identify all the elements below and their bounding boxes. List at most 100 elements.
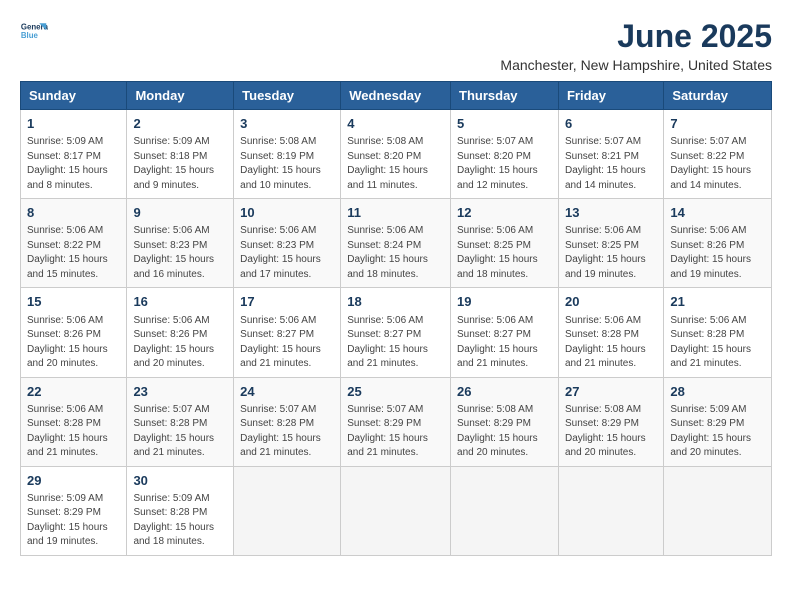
- logo-icon: General Blue: [20, 18, 48, 46]
- day-info: Sunrise: 5:06 AMSunset: 8:23 PMDaylight:…: [240, 224, 334, 282]
- day-number: 18: [347, 293, 444, 311]
- table-row: 12Sunrise: 5:06 AMSunset: 8:25 PMDayligh…: [451, 199, 559, 288]
- day-info: Sunrise: 5:08 AMSunset: 8:20 PMDaylight:…: [347, 135, 444, 193]
- day-info: Sunrise: 5:09 AMSunset: 8:18 PMDaylight:…: [133, 135, 227, 193]
- day-number: 12: [457, 204, 552, 222]
- calendar-week-row: 15Sunrise: 5:06 AMSunset: 8:26 PMDayligh…: [21, 288, 772, 377]
- day-number: 5: [457, 115, 552, 133]
- table-row: 8 Sunrise: 5:06 AMSunset: 8:22 PMDaylight…: [21, 199, 127, 288]
- day-number: 27: [565, 383, 657, 401]
- table-row: 28 Sunrise: 5:09 AMSunset: 8:29 PMDayligh…: [664, 377, 772, 466]
- col-tuesday: Tuesday: [234, 82, 341, 110]
- table-row: 21 Sunrise: 5:06 AMSunset: 8:28 PMDayligh…: [664, 288, 772, 377]
- day-info: Sunrise: 5:06 AMSunset: 8:22 PMDaylight:…: [27, 224, 120, 282]
- table-row: 14Sunrise: 5:06 AMSunset: 8:26 PMDayligh…: [664, 199, 772, 288]
- day-number: 8: [27, 204, 120, 222]
- day-number: 21: [670, 293, 765, 311]
- table-row: 17 Sunrise: 5:06 AMSunset: 8:27 PMDayligh…: [234, 288, 341, 377]
- day-number: 23: [133, 383, 227, 401]
- calendar-week-row: 22Sunrise: 5:06 AMSunset: 8:28 PMDayligh…: [21, 377, 772, 466]
- col-saturday: Saturday: [664, 82, 772, 110]
- svg-text:Blue: Blue: [21, 31, 39, 40]
- day-number: 13: [565, 204, 657, 222]
- day-info: Sunrise: 5:07 AMSunset: 8:20 PMDaylight:…: [457, 135, 552, 193]
- header: General Blue June 2025 Manchester, New H…: [20, 18, 772, 73]
- day-info: Sunrise: 5:09 AMSunset: 8:17 PMDaylight:…: [27, 135, 120, 193]
- table-row: 4 Sunrise: 5:08 AMSunset: 8:20 PMDaylight…: [341, 110, 451, 199]
- day-number: 26: [457, 383, 552, 401]
- table-row: 13 Sunrise: 5:06 AMSunset: 8:25 PMDayligh…: [558, 199, 663, 288]
- day-info: Sunrise: 5:07 AMSunset: 8:22 PMDaylight:…: [670, 135, 765, 193]
- day-info: Sunrise: 5:07 AMSunset: 8:28 PMDaylight:…: [133, 403, 227, 461]
- day-number: 19: [457, 293, 552, 311]
- day-info: Sunrise: 5:06 AMSunset: 8:27 PMDaylight:…: [240, 314, 334, 372]
- table-row: [558, 466, 663, 555]
- day-number: 9: [133, 204, 227, 222]
- day-number: 28: [670, 383, 765, 401]
- day-number: 11: [347, 204, 444, 222]
- day-info: Sunrise: 5:07 AMSunset: 8:28 PMDaylight:…: [240, 403, 334, 461]
- table-row: 26 Sunrise: 5:08 AMSunset: 8:29 PMDayligh…: [451, 377, 559, 466]
- calendar-table: Sunday Monday Tuesday Wednesday Thursday…: [20, 81, 772, 556]
- day-info: Sunrise: 5:06 AMSunset: 8:25 PMDaylight:…: [565, 224, 657, 282]
- table-row: 9 Sunrise: 5:06 AMSunset: 8:23 PMDaylight…: [127, 199, 234, 288]
- day-info: Sunrise: 5:06 AMSunset: 8:26 PMDaylight:…: [133, 314, 227, 372]
- day-info: Sunrise: 5:06 AMSunset: 8:27 PMDaylight:…: [347, 314, 444, 372]
- day-number: 4: [347, 115, 444, 133]
- day-number: 17: [240, 293, 334, 311]
- col-monday: Monday: [127, 82, 234, 110]
- day-info: Sunrise: 5:06 AMSunset: 8:28 PMDaylight:…: [670, 314, 765, 372]
- table-row: 24 Sunrise: 5:07 AMSunset: 8:28 PMDayligh…: [234, 377, 341, 466]
- table-row: 2 Sunrise: 5:09 AMSunset: 8:18 PMDaylight…: [127, 110, 234, 199]
- table-row: 27 Sunrise: 5:08 AMSunset: 8:29 PMDayligh…: [558, 377, 663, 466]
- main-title: June 2025: [500, 18, 772, 55]
- calendar-week-row: 8 Sunrise: 5:06 AMSunset: 8:22 PMDaylight…: [21, 199, 772, 288]
- table-row: 1 Sunrise: 5:09 AMSunset: 8:17 PMDaylight…: [21, 110, 127, 199]
- col-thursday: Thursday: [451, 82, 559, 110]
- day-info: Sunrise: 5:09 AMSunset: 8:29 PMDaylight:…: [27, 492, 120, 550]
- table-row: 18 Sunrise: 5:06 AMSunset: 8:27 PMDayligh…: [341, 288, 451, 377]
- page: General Blue June 2025 Manchester, New H…: [0, 0, 792, 612]
- logo: General Blue: [20, 18, 48, 46]
- col-sunday: Sunday: [21, 82, 127, 110]
- day-number: 30: [133, 472, 227, 490]
- day-info: Sunrise: 5:06 AMSunset: 8:27 PMDaylight:…: [457, 314, 552, 372]
- table-row: 23 Sunrise: 5:07 AMSunset: 8:28 PMDayligh…: [127, 377, 234, 466]
- day-number: 3: [240, 115, 334, 133]
- day-info: Sunrise: 5:06 AMSunset: 8:23 PMDaylight:…: [133, 224, 227, 282]
- day-info: Sunrise: 5:07 AMSunset: 8:21 PMDaylight:…: [565, 135, 657, 193]
- table-row: 15Sunrise: 5:06 AMSunset: 8:26 PMDayligh…: [21, 288, 127, 377]
- day-number: 7: [670, 115, 765, 133]
- day-number: 22: [27, 383, 120, 401]
- table-row: 6Sunrise: 5:07 AMSunset: 8:21 PMDaylight…: [558, 110, 663, 199]
- day-info: Sunrise: 5:09 AMSunset: 8:29 PMDaylight:…: [670, 403, 765, 461]
- table-row: 19 Sunrise: 5:06 AMSunset: 8:27 PMDayligh…: [451, 288, 559, 377]
- title-block: June 2025 Manchester, New Hampshire, Uni…: [500, 18, 772, 73]
- day-info: Sunrise: 5:08 AMSunset: 8:19 PMDaylight:…: [240, 135, 334, 193]
- day-number: 20: [565, 293, 657, 311]
- day-number: 29: [27, 472, 120, 490]
- table-row: 11Sunrise: 5:06 AMSunset: 8:24 PMDayligh…: [341, 199, 451, 288]
- table-row: 7 Sunrise: 5:07 AMSunset: 8:22 PMDaylight…: [664, 110, 772, 199]
- table-row: [451, 466, 559, 555]
- day-info: Sunrise: 5:06 AMSunset: 8:28 PMDaylight:…: [565, 314, 657, 372]
- table-row: 5 Sunrise: 5:07 AMSunset: 8:20 PMDaylight…: [451, 110, 559, 199]
- table-row: 22Sunrise: 5:06 AMSunset: 8:28 PMDayligh…: [21, 377, 127, 466]
- day-info: Sunrise: 5:07 AMSunset: 8:29 PMDaylight:…: [347, 403, 444, 461]
- table-row: [234, 466, 341, 555]
- table-row: 29 Sunrise: 5:09 AMSunset: 8:29 PMDayligh…: [21, 466, 127, 555]
- table-row: 3 Sunrise: 5:08 AMSunset: 8:19 PMDaylight…: [234, 110, 341, 199]
- day-info: Sunrise: 5:08 AMSunset: 8:29 PMDaylight:…: [457, 403, 552, 461]
- day-number: 1: [27, 115, 120, 133]
- table-row: 25Sunrise: 5:07 AMSunset: 8:29 PMDayligh…: [341, 377, 451, 466]
- day-number: 16: [133, 293, 227, 311]
- day-info: Sunrise: 5:08 AMSunset: 8:29 PMDaylight:…: [565, 403, 657, 461]
- table-row: [341, 466, 451, 555]
- table-row: 10 Sunrise: 5:06 AMSunset: 8:23 PMDayligh…: [234, 199, 341, 288]
- calendar-week-row: 1 Sunrise: 5:09 AMSunset: 8:17 PMDaylight…: [21, 110, 772, 199]
- day-number: 2: [133, 115, 227, 133]
- col-wednesday: Wednesday: [341, 82, 451, 110]
- day-number: 10: [240, 204, 334, 222]
- day-number: 24: [240, 383, 334, 401]
- table-row: 30Sunrise: 5:09 AMSunset: 8:28 PMDayligh…: [127, 466, 234, 555]
